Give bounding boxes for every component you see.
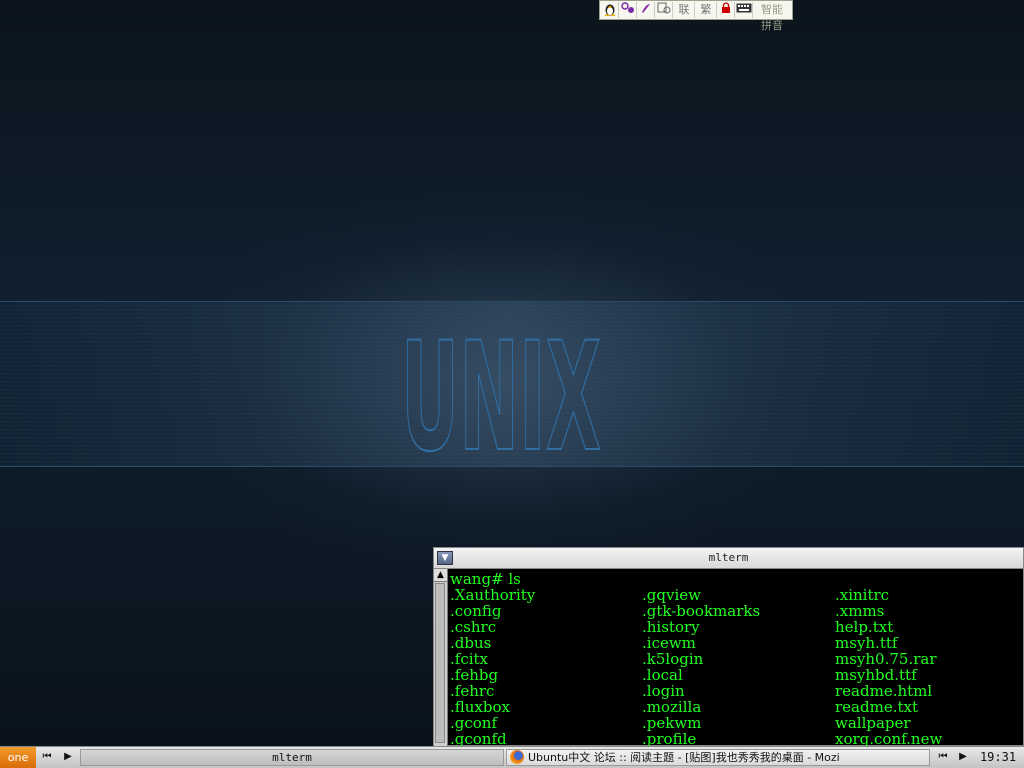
prev-workspace-button[interactable]: ⏮ bbox=[38, 749, 56, 765]
ls-entry: readme.html bbox=[835, 683, 933, 699]
ls-entry: .fehbg bbox=[450, 667, 499, 683]
shell-prompt: wang# ls bbox=[450, 571, 521, 588]
prev-task-button[interactable]: ⏮ bbox=[934, 749, 952, 765]
workspace-name[interactable]: one bbox=[0, 747, 36, 768]
chevron-down-icon: ▼ bbox=[441, 553, 449, 563]
ls-entry: .xmms bbox=[835, 603, 885, 619]
ls-entry: .gtk-bookmarks bbox=[642, 603, 761, 619]
next-workspace-button[interactable]: ▶ bbox=[59, 749, 77, 765]
skip-back-icon: ⏮ bbox=[938, 751, 948, 762]
ls-entry: .fehrc bbox=[450, 683, 495, 699]
lock-icon[interactable] bbox=[718, 2, 735, 18]
clock: 19:31 bbox=[979, 750, 1017, 764]
arrow-up-icon: ▲ bbox=[437, 570, 444, 580]
ls-entry: msyhbd.ttf bbox=[835, 667, 917, 683]
window-title: mlterm bbox=[708, 551, 749, 564]
ls-entry: .icewm bbox=[642, 635, 696, 651]
ls-entry: .config bbox=[450, 603, 502, 619]
ls-entry: xorg.conf.new bbox=[835, 731, 943, 746]
fan-toggle[interactable]: 繁 bbox=[696, 2, 717, 18]
ls-entry: .pekwm bbox=[642, 715, 702, 731]
ls-entry: msyh0.75.rar bbox=[835, 651, 937, 667]
ls-entry: .gqview bbox=[642, 587, 701, 603]
mlterm-titlebar[interactable]: mlterm ▼ bbox=[434, 548, 1023, 569]
ime-toolbar: 联 繁 智能拼音 bbox=[599, 0, 793, 32]
ls-entry: .gconf bbox=[450, 715, 498, 731]
next-task-button[interactable]: ▶ bbox=[954, 749, 972, 765]
task-label-firefox: Ubuntu中文 论坛 :: 阅读主题 - [贴图]我也秀秀我的桌面 - Moz… bbox=[528, 751, 840, 764]
ls-entry: .login bbox=[642, 683, 685, 699]
penguin-icon[interactable] bbox=[602, 2, 619, 18]
wallpaper-unix-logo: UNIX bbox=[400, 313, 602, 455]
ls-entry: .history bbox=[642, 619, 700, 635]
keyboard-icon[interactable] bbox=[736, 2, 753, 18]
ls-entry: .xinitrc bbox=[835, 587, 890, 603]
task-button-firefox[interactable]: Ubuntu中文 论坛 :: 阅读主题 - [贴图]我也秀秀我的桌面 - Moz… bbox=[506, 749, 930, 766]
lian-toggle[interactable]: 联 bbox=[674, 2, 695, 18]
ls-output: .Xauthority .gqview .xinitrc .config .gtk-bo… bbox=[450, 587, 1022, 746]
scrollbar-thumb[interactable] bbox=[435, 583, 445, 743]
ls-entry: .gconfd bbox=[450, 731, 507, 746]
firefox-icon bbox=[510, 750, 524, 764]
ls-entry: wallpaper bbox=[835, 715, 911, 731]
play-right-icon: ▶ bbox=[959, 751, 967, 762]
scroll-up-button[interactable]: ▲ bbox=[434, 569, 447, 582]
mlterm-window[interactable]: mlterm ▼ ▲ wang# ls .Xauthority .gqview .x… bbox=[433, 547, 1024, 746]
skip-back-icon: ⏮ bbox=[42, 751, 52, 762]
ls-entry: .cshrc bbox=[450, 619, 497, 635]
taskbar: one ⏮ ▶ mlterm Ubuntu中文 论坛 :: 阅读主题 - [贴图… bbox=[0, 746, 1024, 768]
ls-entry: .k5login bbox=[642, 651, 704, 667]
ls-entry: .profile bbox=[642, 731, 697, 746]
ls-entry: .mozilla bbox=[642, 699, 702, 715]
punctuation-icon[interactable] bbox=[638, 2, 655, 18]
wallpaper-logo-text: UNIX bbox=[401, 313, 601, 455]
desktop[interactable]: UNIX 联 繁 智能拼音 mlterm ▼ ▲ wang# ls .Xauth… bbox=[0, 0, 1024, 768]
window-menu-button[interactable]: ▼ bbox=[437, 551, 453, 565]
fullwidth-icon[interactable] bbox=[620, 2, 637, 18]
ls-entry: msyh.ttf bbox=[835, 635, 898, 651]
ls-entry: .fcitx bbox=[450, 651, 489, 667]
ls-entry: readme.txt bbox=[835, 699, 918, 715]
soft-keyboard-icon[interactable] bbox=[656, 2, 673, 18]
terminal-scrollbar[interactable]: ▲ bbox=[434, 569, 448, 746]
ime-mode-label[interactable]: 智能拼音 bbox=[754, 2, 790, 32]
terminal-screen[interactable]: wang# ls .Xauthority .gqview .xinitrc .conf… bbox=[450, 571, 1022, 746]
ls-entry: .dbus bbox=[450, 635, 492, 651]
play-right-icon: ▶ bbox=[64, 751, 72, 762]
ls-entry: .fluxbox bbox=[450, 699, 510, 715]
ls-entry: .local bbox=[642, 667, 683, 683]
ls-entry: help.txt bbox=[835, 619, 894, 635]
ls-entry: .Xauthority bbox=[450, 587, 536, 603]
task-button-mlterm[interactable]: mlterm bbox=[80, 749, 504, 766]
